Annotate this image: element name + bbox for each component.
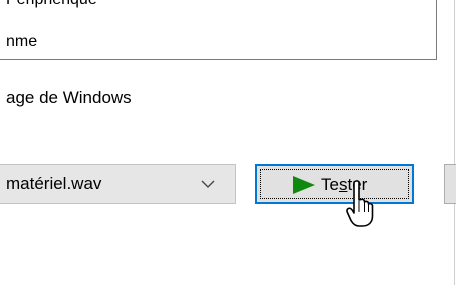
program-events-list[interactable]: Périphérique nme (0, 0, 437, 60)
test-button[interactable]: Tester (255, 164, 414, 204)
list-item[interactable]: Périphérique (6, 0, 97, 9)
sounds-dropdown[interactable]: matériel.wav (0, 164, 236, 204)
list-item[interactable]: nme (6, 33, 37, 51)
sounds-dropdown-value: matériel.wav (6, 174, 102, 193)
sounds-dialog: Périphérique nme age de Windows matériel… (0, 0, 456, 285)
sound-scheme-label: age de Windows (6, 88, 132, 107)
chevron-down-icon (201, 180, 215, 188)
browse-button[interactable] (444, 164, 456, 204)
play-icon (293, 176, 315, 194)
hand-pointer-icon (346, 180, 374, 227)
test-label-start: Te (321, 175, 339, 194)
